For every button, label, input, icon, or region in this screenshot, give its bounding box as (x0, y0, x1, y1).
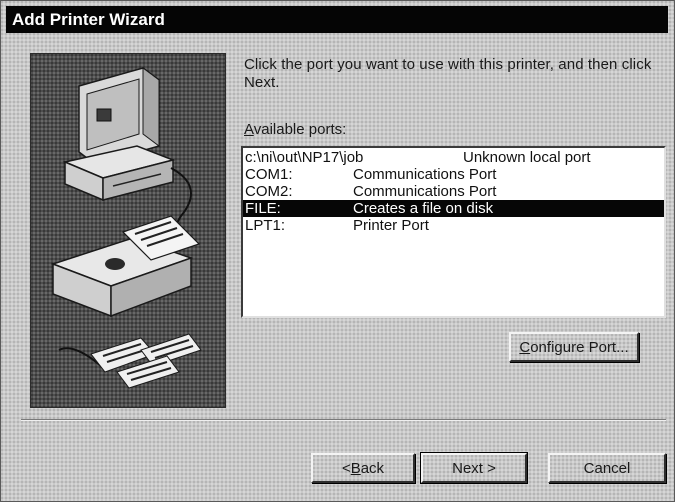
computer-printer-icon (50, 67, 202, 389)
printer-illustration (30, 53, 226, 408)
port-row-com1[interactable]: COM1: Communications Port (243, 166, 664, 183)
back-prefix: < (341, 459, 351, 477)
port-description: Unknown local port (463, 149, 591, 166)
port-description: Creates a file on disk (353, 200, 494, 217)
port-name: LPT1: (245, 217, 286, 234)
port-row-local-job[interactable]: c:\ni\out\NP17\job Unknown local port (243, 149, 664, 166)
instruction-text: Click the port you want to use with this… (244, 56, 652, 91)
back-accel: B (350, 459, 361, 477)
available-ports-label: Available ports: (244, 121, 346, 138)
add-printer-wizard-window: Add Printer Wizard Click the port you wa… (0, 0, 675, 502)
port-row-file[interactable]: FILE: Creates a file on disk (243, 200, 664, 217)
back-label: ack (360, 459, 385, 477)
port-description: Communications Port (353, 183, 497, 200)
title-bar[interactable]: Add Printer Wizard (6, 6, 668, 33)
port-name: c:\ni\out\NP17\job (245, 149, 364, 166)
available-ports-label-text: vailable ports: (253, 121, 347, 138)
port-name: FILE: (245, 200, 281, 217)
port-description: Communications Port (353, 166, 497, 183)
port-row-lpt1[interactable]: LPT1: Printer Port (243, 217, 664, 234)
port-name: COM2: (245, 183, 293, 200)
port-row-com2[interactable]: COM2: Communications Port (243, 183, 664, 200)
port-name: COM1: (245, 166, 293, 183)
available-ports-accel: A (244, 121, 254, 138)
port-description: Printer Port (353, 217, 429, 234)
configure-port-label: onfigure Port... (530, 338, 629, 356)
back-button[interactable]: < Back (311, 453, 415, 483)
next-button[interactable]: Next > (420, 452, 528, 484)
window-title: Add Printer Wizard (12, 9, 165, 29)
configure-port-accel: C (519, 338, 531, 356)
next-label: Next > (452, 459, 496, 477)
cancel-label: Cancel (583, 459, 631, 477)
available-ports-listbox[interactable]: c:\ni\out\NP17\job Unknown local port CO… (241, 146, 666, 318)
configure-port-button[interactable]: Configure Port... (509, 332, 639, 362)
cancel-button[interactable]: Cancel (548, 453, 666, 483)
bottom-separator (21, 419, 666, 421)
